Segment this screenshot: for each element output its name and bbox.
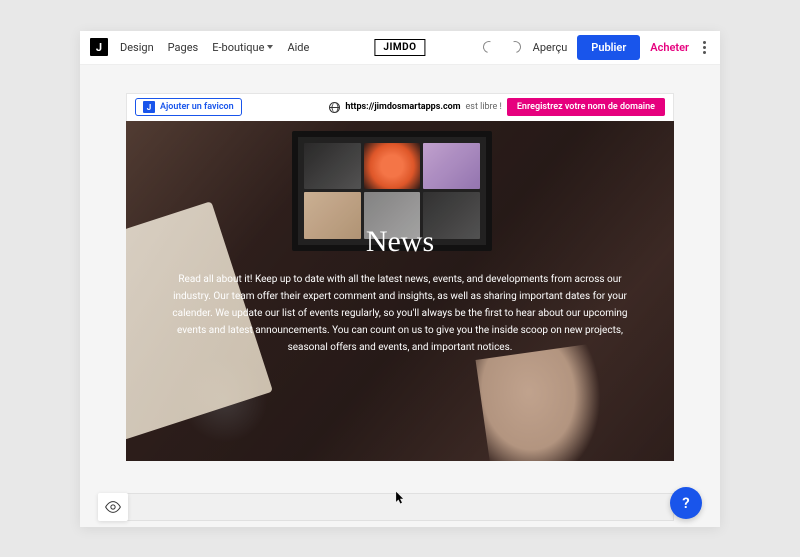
domain-url: https://jimdosmartapps.com (345, 102, 460, 112)
eye-icon (105, 501, 121, 513)
hero-body-text[interactable]: Read all about it! Keep up to date with … (170, 271, 630, 356)
help-button[interactable]: ? (670, 487, 702, 519)
editor-canvas: J Ajouter un favicon https://jimdosmarta… (80, 65, 720, 527)
add-favicon-label: Ajouter un favicon (160, 102, 234, 112)
domain-bar: J Ajouter un favicon https://jimdosmarta… (126, 93, 674, 121)
redo-icon (506, 39, 522, 55)
add-favicon-button[interactable]: J Ajouter un favicon (135, 98, 242, 116)
visibility-toggle-button[interactable] (98, 493, 128, 521)
more-menu-button[interactable] (699, 37, 710, 58)
topbar: J Design Pages E-boutique Aide JIMDO Ape… (80, 31, 720, 65)
nav-eboutique[interactable]: E-boutique (212, 41, 273, 54)
hero-section[interactable]: News Read all about it! Keep up to date … (126, 121, 674, 461)
nav-aide[interactable]: Aide (287, 41, 309, 54)
redo-button[interactable] (507, 39, 523, 55)
nav-design[interactable]: Design (120, 41, 154, 54)
nav-pages[interactable]: Pages (168, 41, 199, 54)
cursor-icon (395, 490, 405, 509)
undo-icon (480, 39, 496, 55)
hero-bg-hand (476, 343, 613, 461)
preview-link[interactable]: Aperçu (533, 41, 568, 54)
undo-button[interactable] (481, 39, 497, 55)
hero-title[interactable]: News (366, 225, 434, 259)
jimdo-logo-icon[interactable]: J (90, 38, 108, 56)
register-domain-button[interactable]: Enregistrez votre nom de domaine (507, 98, 665, 116)
publish-button[interactable]: Publier (577, 35, 640, 60)
nav-eboutique-label: E-boutique (212, 41, 264, 54)
globe-icon (329, 102, 340, 113)
buy-link[interactable]: Acheter (650, 41, 689, 54)
topbar-right: Aperçu Publier Acheter (481, 35, 710, 60)
brand-label: JIMDO (374, 39, 425, 56)
domain-free-label: est libre ! (466, 102, 502, 112)
app-window: J Design Pages E-boutique Aide JIMDO Ape… (80, 31, 720, 527)
favicon-j-icon: J (143, 101, 155, 113)
domain-info: https://jimdosmartapps.com est libre ! E… (329, 98, 665, 116)
chevron-down-icon (267, 45, 273, 49)
